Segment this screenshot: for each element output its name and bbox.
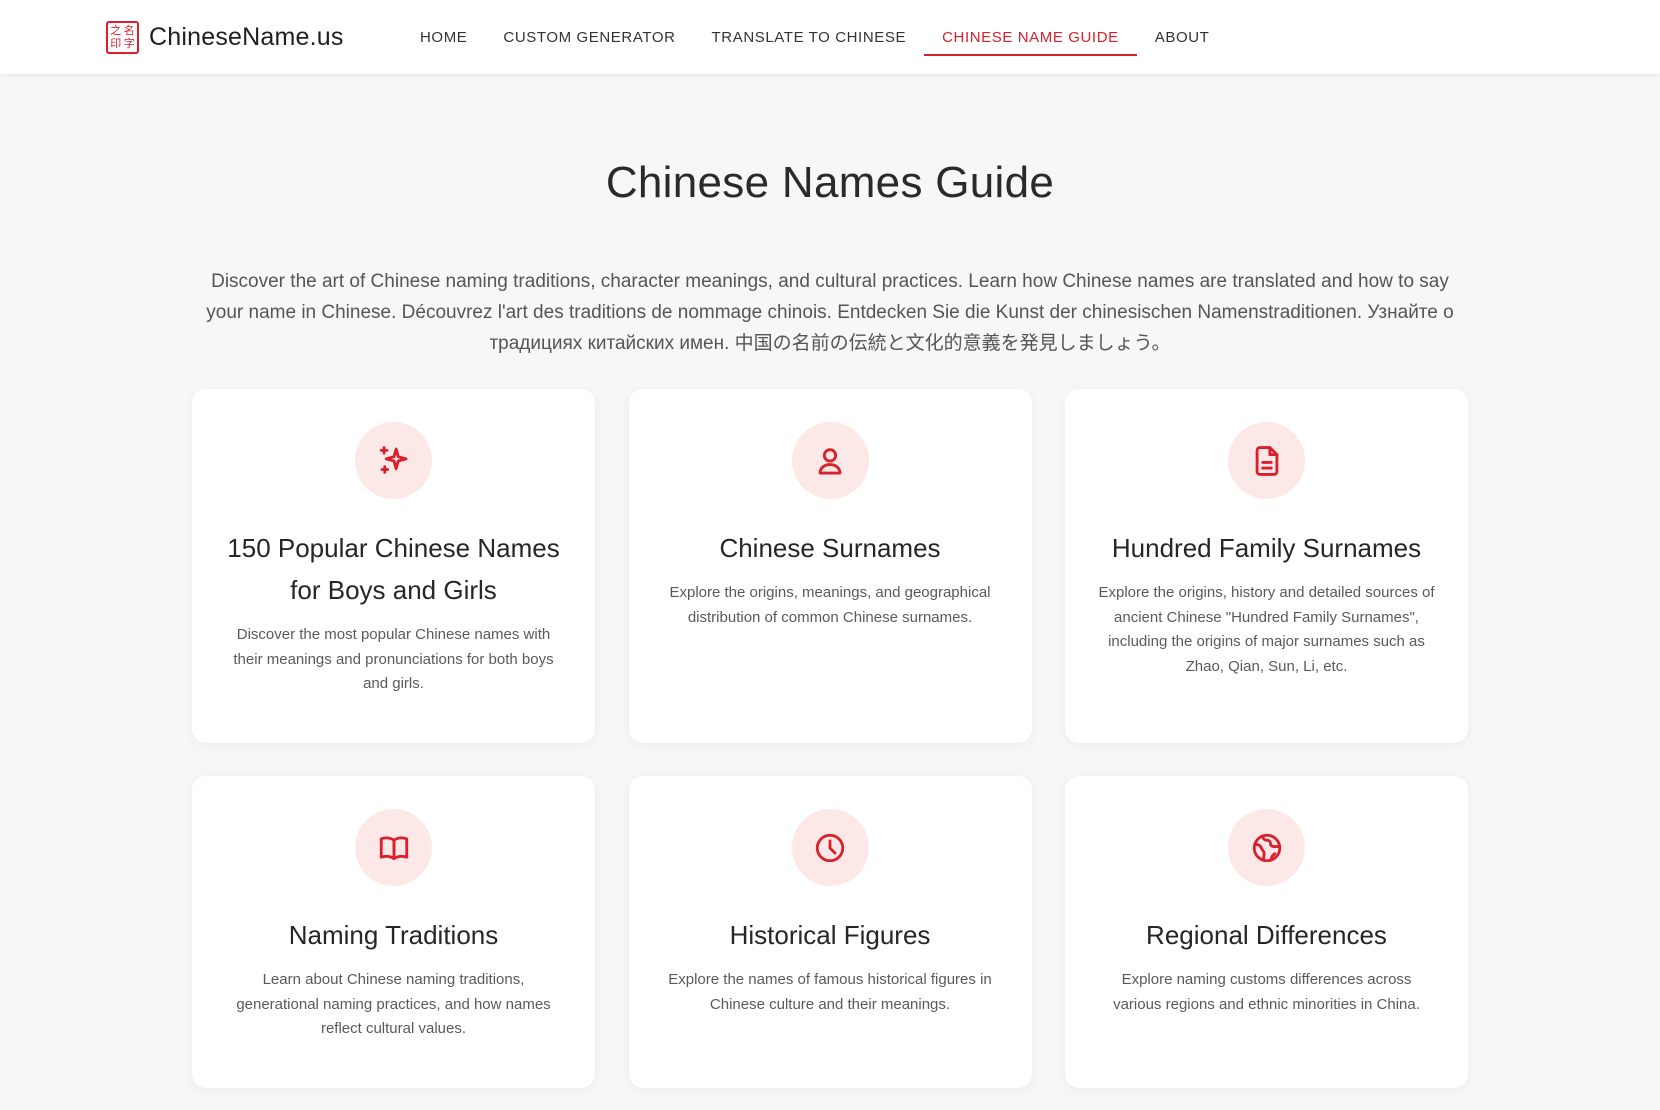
card-regional-differences[interactable]: Regional Differences Explore naming cust… bbox=[1065, 776, 1468, 1088]
site-name: ChineseName.us bbox=[149, 22, 344, 51]
nav-item-about[interactable]: ABOUT bbox=[1137, 0, 1228, 74]
seal-logo-icon: 之 名 印 字 bbox=[106, 20, 139, 54]
card-title: 150 Popular Chinese Names for Boys and G… bbox=[227, 533, 560, 605]
user-icon bbox=[791, 422, 869, 499]
card-chinese-surnames[interactable]: Chinese Surnames Explore the origins, me… bbox=[628, 389, 1032, 743]
intro-paragraph: Discover the art of Chinese naming tradi… bbox=[206, 271, 1454, 354]
card-hundred-family-surnames[interactable]: Hundred Family Surnames Explore the orig… bbox=[1065, 389, 1468, 743]
card-popular-names[interactable]: 150 Popular Chinese Names for Boys and G… bbox=[192, 389, 595, 743]
card-description: Explore the names of famous historical f… bbox=[668, 971, 992, 1013]
main-nav: HOME CUSTOM GENERATOR TRANSLATE TO CHINE… bbox=[402, 0, 1227, 74]
card-title: Regional Differences bbox=[1146, 920, 1387, 950]
card-title: Historical Figures bbox=[729, 920, 931, 950]
document-icon bbox=[1228, 422, 1305, 499]
card-naming-traditions[interactable]: Naming Traditions Learn about Chinese na… bbox=[192, 776, 595, 1088]
card-title: Chinese Surnames bbox=[719, 533, 941, 563]
card-description: Explore the origins, history and detaile… bbox=[1098, 584, 1435, 675]
nav-item-chinese-name-guide[interactable]: CHINESE NAME GUIDE bbox=[924, 0, 1137, 74]
clock-icon bbox=[791, 809, 869, 886]
card-title: Hundred Family Surnames bbox=[1111, 533, 1422, 563]
page-title: Chinese Names Guide bbox=[605, 158, 1055, 207]
card-description: Discover the most popular Chinese names … bbox=[233, 626, 554, 692]
guide-cards-grid: 150 Popular Chinese Names for Boys and G… bbox=[192, 389, 1468, 1088]
site-logo-link[interactable]: 之 名 印 字 ChineseName.us bbox=[106, 19, 344, 55]
globe-icon bbox=[1228, 809, 1305, 886]
card-description: Explore naming customs differences acros… bbox=[1113, 971, 1420, 1013]
nav-item-custom-generator[interactable]: CUSTOM GENERATOR bbox=[485, 0, 693, 74]
card-description: Explore the origins, meanings, and geogr… bbox=[669, 584, 991, 626]
book-open-icon bbox=[355, 809, 432, 886]
nav-item-translate-to-chinese[interactable]: TRANSLATE TO CHINESE bbox=[694, 0, 925, 74]
top-navigation-bar: 之 名 印 字 ChineseName.us HOME CUSTOM GENER… bbox=[0, 0, 1660, 74]
card-title: Naming Traditions bbox=[288, 920, 499, 950]
card-description: Learn about Chinese naming traditions, g… bbox=[236, 971, 551, 1037]
nav-item-home[interactable]: HOME bbox=[402, 0, 485, 74]
card-historical-figures[interactable]: Historical Figures Explore the names of … bbox=[628, 776, 1032, 1088]
sparkles-icon bbox=[355, 422, 432, 499]
